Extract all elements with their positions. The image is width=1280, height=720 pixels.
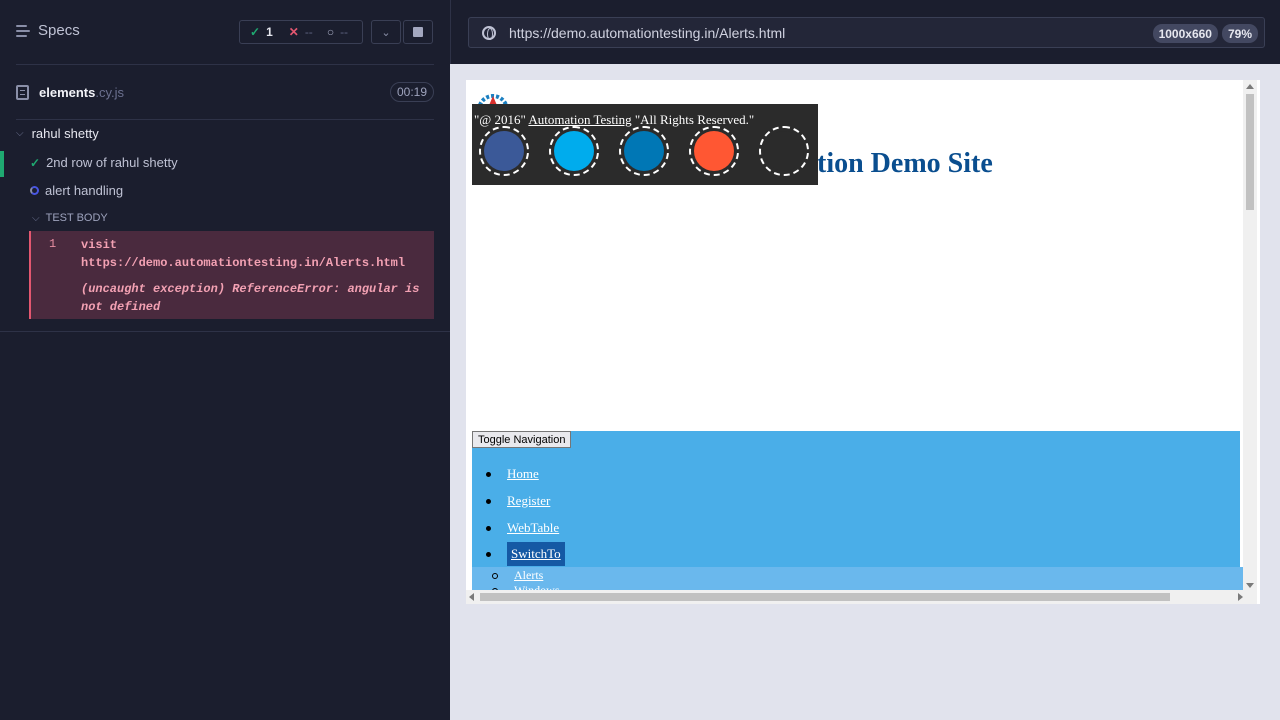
- toggle-navigation-button[interactable]: Toggle Navigation: [472, 431, 572, 448]
- bullet-icon: [486, 498, 491, 504]
- aut-iframe[interactable]: tion Demo Site "@ 2016" Automation Testi…: [466, 80, 1260, 604]
- scroll-down-arrow-icon[interactable]: [1246, 583, 1254, 588]
- specs-toggle[interactable]: Specs: [16, 22, 80, 39]
- scrollbar-thumb[interactable]: [480, 593, 1170, 601]
- submenu-link-label[interactable]: Alerts: [514, 568, 543, 583]
- command-error-message: (uncaught exception) ReferenceError: ang…: [81, 282, 420, 314]
- bullet-icon: [486, 525, 491, 531]
- passed-indicator-bar: [0, 151, 4, 177]
- test-body-label: TEST BODY: [45, 212, 108, 224]
- zoom-badge[interactable]: 79%: [1221, 24, 1258, 43]
- chevron-down-icon: ⌵: [16, 128, 24, 139]
- url-bar[interactable]: https://demo.automationtesting.in/Alerts…: [468, 17, 1265, 48]
- cypress-runner: Specs ✓ 1 ✕ -- ○ -- ⌄ elements .cy.js 00…: [0, 0, 1280, 720]
- chevron-down-icon: ⌄: [381, 26, 391, 39]
- toggle-auto-scroll-button[interactable]: ⌄: [371, 20, 401, 44]
- specs-list-icon: [16, 24, 30, 37]
- document-icon: [16, 84, 29, 100]
- site-title: tion Demo Site: [817, 148, 993, 179]
- nav-item-webtable[interactable]: WebTable: [486, 520, 559, 536]
- stop-button[interactable]: [403, 20, 433, 44]
- switchto-submenu: Alerts Windows: [472, 567, 1246, 597]
- suite-title: rahul shetty: [31, 126, 99, 141]
- facebook-icon: [484, 131, 524, 171]
- spec-file-header[interactable]: elements .cy.js 00:19: [16, 80, 434, 104]
- google-plus-icon: [694, 131, 734, 171]
- viewport-info: 1000x660 79%: [1152, 24, 1258, 43]
- share-icon: [764, 131, 804, 171]
- scrollbar-thumb[interactable]: [1246, 94, 1254, 210]
- passed-check-icon: ✓: [250, 25, 261, 39]
- pending-count: --: [340, 25, 349, 39]
- stop-icon: [413, 27, 423, 37]
- circle-bullet-icon: [492, 572, 498, 579]
- command-text: visit https://demo.automationtesting.in/…: [81, 238, 406, 270]
- globe-icon: [482, 25, 496, 40]
- twitter-icon: [554, 131, 594, 171]
- chevron-down-icon: ⌵: [32, 212, 40, 224]
- passed-count: 1: [266, 25, 273, 39]
- more-share-button[interactable]: [759, 126, 809, 176]
- spec-file-name: elements: [39, 84, 96, 100]
- google-plus-button[interactable]: [689, 126, 739, 176]
- submenu-item-alerts[interactable]: Alerts: [492, 568, 543, 583]
- check-icon: ✓: [30, 155, 41, 170]
- test-row-running[interactable]: alert handling: [30, 183, 123, 198]
- nav-item-register[interactable]: Register: [486, 493, 550, 509]
- facebook-button[interactable]: [479, 126, 529, 176]
- reporter-panel: Specs ✓ 1 ✕ -- ○ -- ⌄ elements .cy.js 00…: [0, 0, 450, 720]
- command-number: 1: [49, 237, 57, 251]
- divider: [16, 64, 434, 65]
- failed-count: --: [304, 25, 313, 39]
- pending-circle-icon: ○: [326, 25, 335, 39]
- linkedin-icon: [624, 131, 664, 171]
- nav-link-label[interactable]: Home: [507, 466, 539, 482]
- spec-file-ext: .cy.js: [95, 84, 125, 100]
- social-overlay: "@ 2016" Automation Testing "All Rights …: [472, 104, 818, 185]
- command-log-entry-failed[interactable]: 1 visit https://demo.automationtesting.i…: [29, 231, 434, 319]
- nav-item-switchto[interactable]: SwitchTo: [486, 542, 565, 566]
- stats-summary: ✓ 1 ✕ -- ○ --: [239, 20, 363, 44]
- scroll-left-arrow-icon[interactable]: [469, 593, 474, 601]
- twitter-button[interactable]: [549, 126, 599, 176]
- viewport-size-badge[interactable]: 1000x660: [1152, 24, 1218, 43]
- test-title: alert handling: [45, 183, 124, 198]
- bullet-icon: [486, 551, 491, 557]
- spec-duration: 00:19: [389, 82, 434, 102]
- copyright-suffix: "All Rights Reserved.": [631, 112, 755, 127]
- scroll-up-arrow-icon[interactable]: [1246, 84, 1254, 89]
- scroll-right-arrow-icon[interactable]: [1238, 593, 1243, 601]
- test-title: 2nd row of rahul shetty: [46, 155, 178, 170]
- aut-header: https://demo.automationtesting.in/Alerts…: [450, 0, 1280, 64]
- nav-item-home[interactable]: Home: [486, 466, 539, 482]
- divider: [16, 119, 434, 120]
- vertical-scrollbar[interactable]: [1243, 80, 1257, 604]
- nav-link-label[interactable]: WebTable: [507, 520, 559, 536]
- copyright-prefix: "@ 2016": [474, 112, 529, 127]
- divider: [0, 331, 450, 332]
- specs-label: Specs: [38, 22, 80, 39]
- copyright-link[interactable]: Automation Testing: [528, 112, 631, 127]
- failed-x-icon: ✕: [288, 25, 299, 39]
- linkedin-button[interactable]: [619, 126, 669, 176]
- url-text: https://demo.automationtesting.in/Alerts…: [509, 24, 786, 41]
- nav-link-label[interactable]: SwitchTo: [507, 542, 565, 566]
- horizontal-scrollbar[interactable]: [466, 590, 1246, 604]
- suite-title-row[interactable]: ⌵ rahul shetty: [16, 126, 99, 141]
- test-body-toggle[interactable]: ⌵ TEST BODY: [32, 212, 108, 224]
- aut-panel: https://demo.automationtesting.in/Alerts…: [450, 0, 1280, 720]
- nav-link-label[interactable]: Register: [507, 493, 550, 509]
- reporter-header: Specs ✓ 1 ✕ -- ○ -- ⌄: [0, 0, 450, 64]
- test-row-passed[interactable]: ✓ 2nd row of rahul shetty: [30, 155, 178, 170]
- bullet-icon: [486, 471, 491, 477]
- running-spinner-icon: [30, 186, 39, 195]
